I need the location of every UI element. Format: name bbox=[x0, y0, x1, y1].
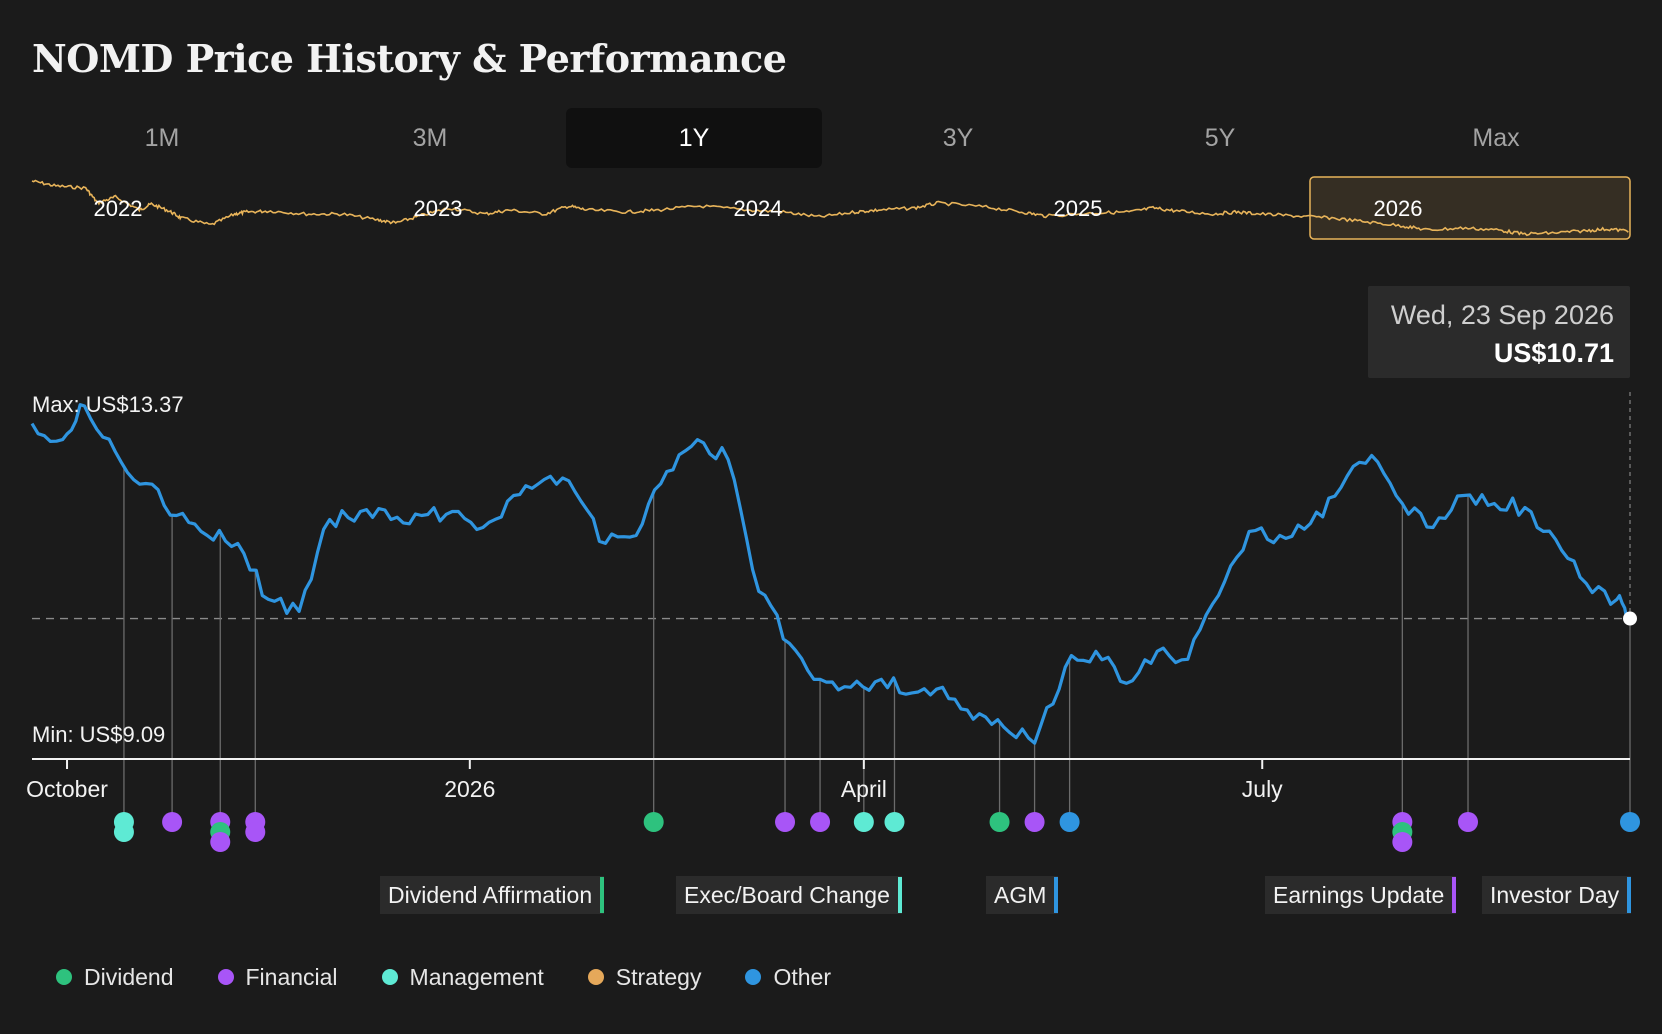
legend-item-other[interactable]: Other bbox=[745, 964, 831, 991]
event-label-chip[interactable]: Investor Day bbox=[1482, 876, 1632, 914]
min-price-label: Min: US$9.09 bbox=[32, 722, 166, 747]
event-marker-dot[interactable] bbox=[113, 822, 134, 842]
event-label-text: AGM bbox=[994, 882, 1047, 908]
legend-item-financial[interactable]: Financial bbox=[217, 963, 338, 991]
x-axis-tick-label: 2026 bbox=[444, 776, 495, 802]
event-marker-dot[interactable] bbox=[775, 812, 796, 832]
event-marker-dot[interactable] bbox=[210, 832, 231, 852]
legend: Dividend Financial Management Strategy O… bbox=[56, 962, 875, 992]
price-series-line bbox=[30, 403, 1632, 745]
financial-dot-icon bbox=[217, 969, 234, 985]
event-marker-dot[interactable] bbox=[810, 812, 831, 832]
max-price-label: Max: US$13.37 bbox=[32, 392, 184, 417]
legend-label: Dividend bbox=[84, 963, 174, 990]
event-marker-dot[interactable] bbox=[162, 812, 183, 832]
event-marker-dot[interactable] bbox=[1458, 812, 1479, 832]
management-dot-icon bbox=[381, 969, 398, 985]
other-dot-icon bbox=[745, 969, 762, 985]
event-marker-dot[interactable] bbox=[1620, 812, 1640, 832]
strategy-dot-icon bbox=[587, 969, 604, 985]
dividend-dot-icon bbox=[56, 969, 72, 985]
event-marker-dot[interactable] bbox=[245, 822, 266, 842]
tooltip-price: US$10.71 bbox=[1493, 338, 1614, 368]
legend-label: Other bbox=[773, 963, 831, 990]
event-marker-dot[interactable] bbox=[1024, 812, 1045, 832]
event-category-bar bbox=[1627, 877, 1632, 913]
event-marker-dot[interactable] bbox=[1392, 832, 1413, 852]
event-label-chip[interactable]: Exec/Board Change bbox=[676, 876, 902, 914]
event-marker-dot[interactable] bbox=[1059, 812, 1080, 832]
legend-item-strategy[interactable]: Strategy bbox=[587, 963, 702, 991]
legend-item-management[interactable]: Management bbox=[381, 963, 544, 991]
event-label-chip[interactable]: Dividend Affirmation bbox=[380, 876, 605, 914]
current-price-marker bbox=[1623, 611, 1637, 626]
x-axis-tick-label: April bbox=[841, 776, 887, 802]
event-label-text: Earnings Update bbox=[1273, 882, 1445, 908]
event-label-text: Exec/Board Change bbox=[684, 882, 890, 908]
event-label-text: Investor Day bbox=[1490, 882, 1620, 908]
event-marker-dot[interactable] bbox=[989, 812, 1010, 832]
event-category-bar bbox=[897, 877, 902, 913]
event-category-bar bbox=[1054, 877, 1059, 913]
price-tooltip: Wed, 23 Sep 2026 US$10.71 bbox=[1368, 286, 1630, 378]
legend-label: Financial bbox=[245, 963, 338, 990]
event-label-text: Dividend Affirmation bbox=[388, 882, 593, 908]
event-category-bar bbox=[600, 877, 605, 913]
x-axis-tick-label: October bbox=[26, 776, 108, 802]
event-marker-dot[interactable] bbox=[643, 812, 664, 832]
event-marker-dot[interactable] bbox=[884, 812, 905, 832]
event-label-chip[interactable]: AGM bbox=[986, 876, 1059, 914]
event-category-bar bbox=[1452, 877, 1457, 913]
tooltip-date: Wed, 23 Sep 2026 bbox=[1390, 300, 1614, 330]
event-marker-dot[interactable] bbox=[853, 812, 874, 832]
event-label-chip[interactable]: Earnings Update bbox=[1265, 876, 1457, 914]
legend-item-dividend[interactable]: Dividend bbox=[56, 964, 174, 991]
legend-label: Management bbox=[409, 963, 544, 990]
legend-label: Strategy bbox=[615, 963, 702, 990]
x-axis-tick-label: July bbox=[1242, 776, 1283, 802]
